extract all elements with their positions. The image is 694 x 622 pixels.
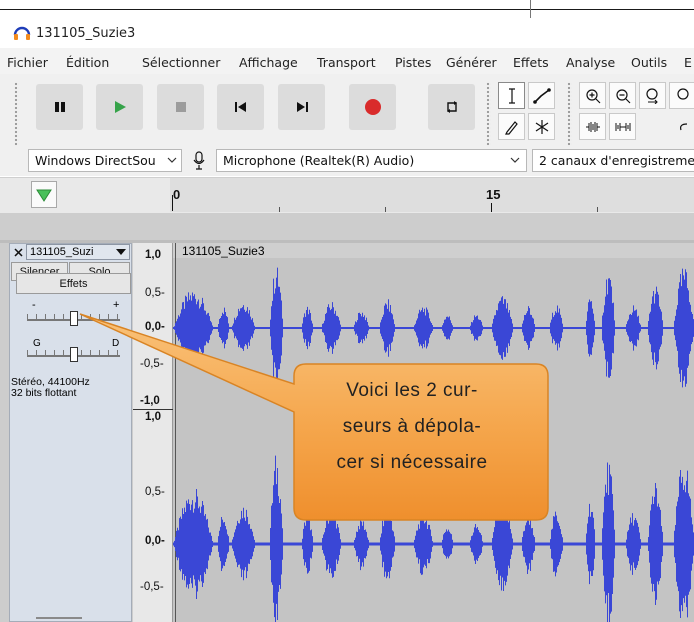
callout-line: seurs à dépola- — [342, 416, 482, 437]
callout-line: Voici les 2 cur- — [346, 380, 478, 401]
audacity-window: 131105_Suzie3 Fichier Édition Sélectionn… — [0, 0, 694, 622]
callout-line: cer si nécessaire — [336, 452, 488, 473]
callout-shape — [79, 313, 549, 521]
callout-text: Voici les 2 cur- seurs à dépola- cer si … — [300, 373, 524, 481]
